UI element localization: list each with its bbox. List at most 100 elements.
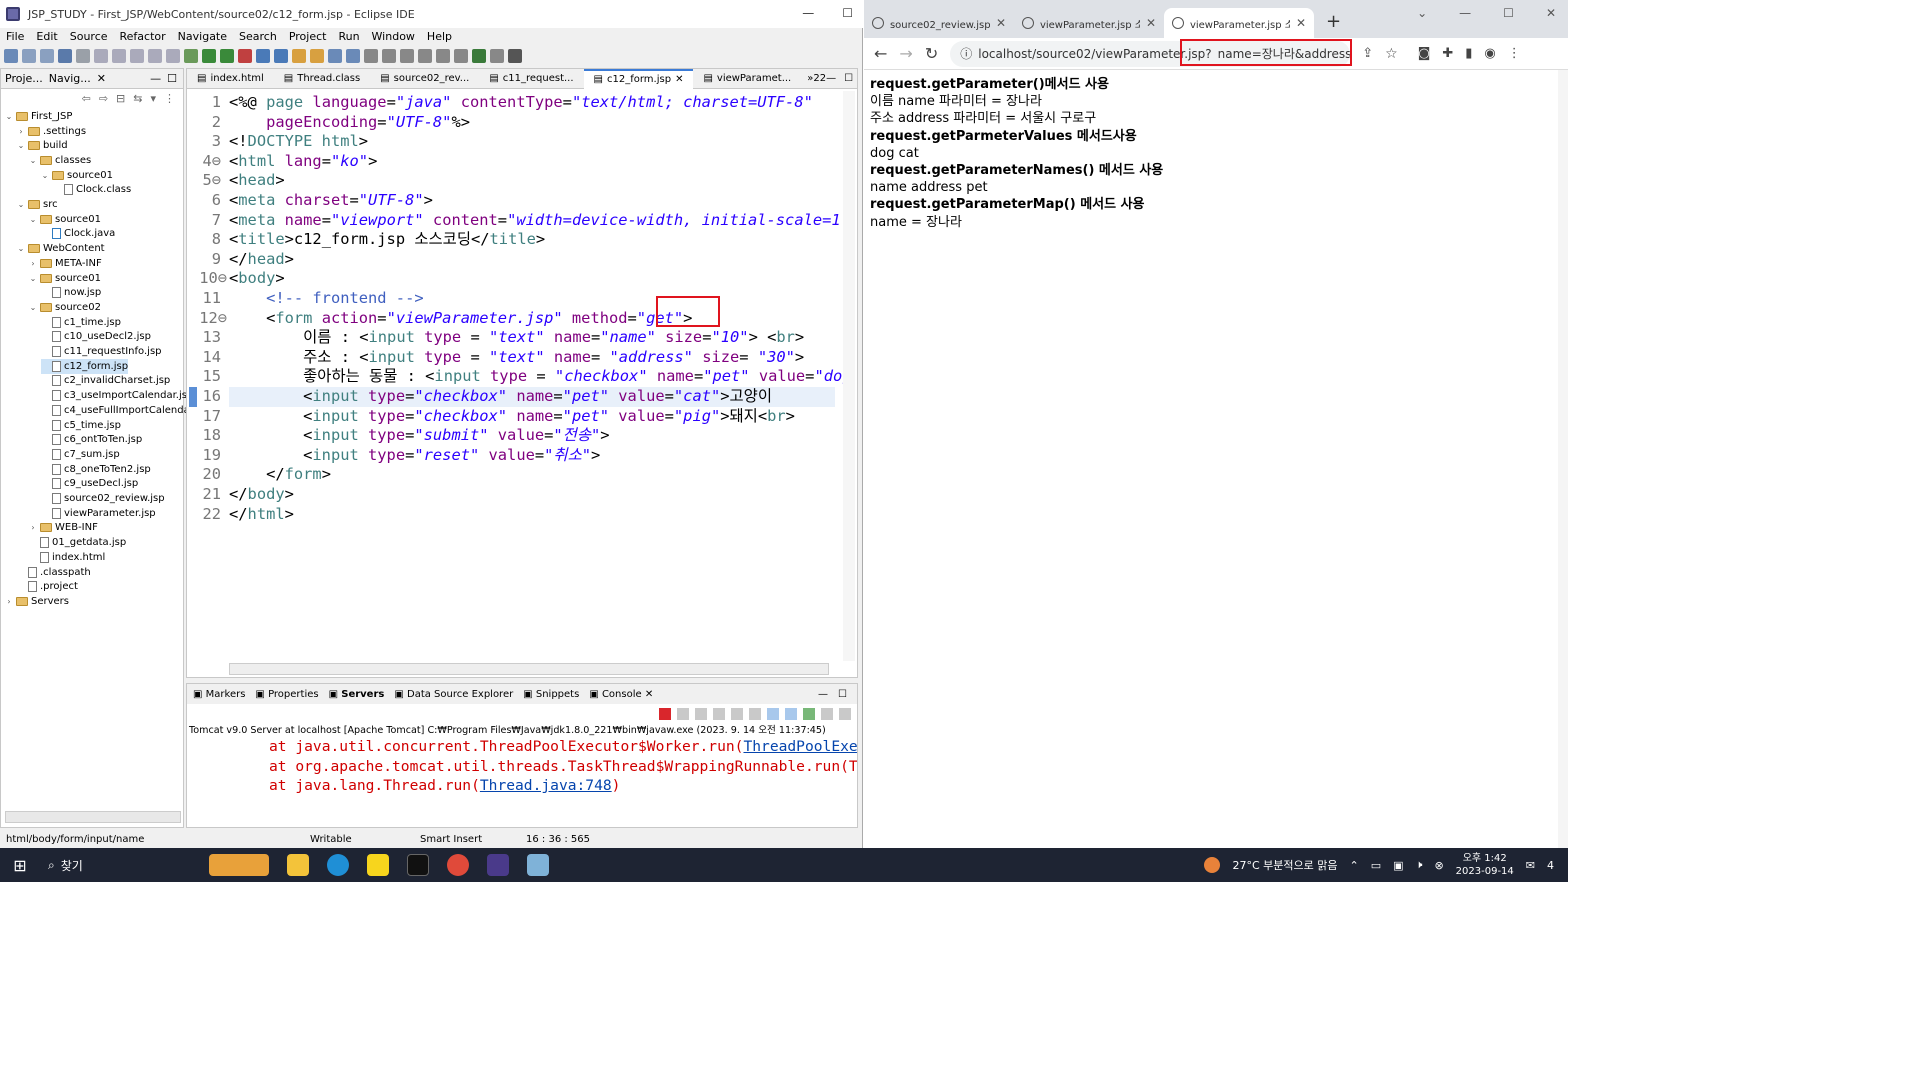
editor-tab[interactable]: ▤ index.html	[187, 69, 274, 89]
code-line[interactable]: <title>c12_form.jsp 소스코딩</title>	[229, 230, 545, 250]
tree-twistie-icon[interactable]: ⌄	[29, 274, 37, 283]
code-line[interactable]: <input type="reset" value="취소">	[229, 446, 600, 466]
tab-navigator[interactable]: Navig...	[49, 72, 91, 85]
minimize-view-icon[interactable]: —	[818, 689, 828, 700]
tree-item[interactable]: index.html	[29, 550, 105, 565]
minimize-view-icon[interactable]: —	[826, 73, 836, 84]
toolbar-button-icon[interactable]	[94, 49, 108, 63]
close-icon[interactable]: ✕	[996, 16, 1006, 30]
tree-item[interactable]: .project	[17, 579, 78, 594]
toolbar-button-icon[interactable]	[58, 49, 72, 63]
tree-item[interactable]: ⌄ WebContent	[17, 241, 105, 256]
tree-twistie-icon[interactable]: ⌄	[41, 171, 49, 180]
code-line[interactable]: <html lang="ko">	[229, 152, 377, 172]
share-icon[interactable]: ⇪	[1362, 46, 1373, 61]
new-tab-icon[interactable]: +	[1326, 11, 1341, 32]
minimize-button[interactable]: —	[1459, 6, 1471, 20]
page-scrollbar[interactable]	[1558, 70, 1568, 848]
code-line[interactable]: 주소 : <input type = "text" name= "address…	[229, 348, 804, 368]
tree-item[interactable]: c6_ontToTen.jsp	[41, 432, 142, 447]
toolbar-button-icon[interactable]	[4, 49, 18, 63]
toolbar-button-icon[interactable]	[436, 49, 450, 63]
menu-search[interactable]: Search	[239, 30, 277, 43]
notification-icon[interactable]: ✉	[1526, 859, 1535, 872]
extensions-icon[interactable]: ✚	[1442, 46, 1453, 61]
code-line[interactable]: </head>	[229, 250, 294, 270]
tree-twistie-icon[interactable]: ⌄	[17, 200, 25, 209]
editor-tab[interactable]: ▤ viewParamet...	[693, 69, 801, 89]
chrome-icon[interactable]	[447, 854, 469, 876]
tree-item[interactable]: source02_review.jsp	[41, 491, 165, 506]
code-line[interactable]: 이름 : <input type = "text" name="name" si…	[229, 328, 804, 348]
toolbar-button-icon[interactable]	[310, 49, 324, 63]
editor-tab[interactable]: ▤ c11_request...	[479, 69, 583, 89]
view-menu-icon[interactable]: ⋮	[164, 92, 175, 105]
browser-tab[interactable]: viewParameter.jsp 소스코딩 ✕	[1164, 8, 1314, 38]
minimize-view-icon[interactable]: —	[150, 72, 161, 85]
network-icon[interactable]: ▭	[1371, 859, 1381, 872]
menu-window[interactable]: Window	[372, 30, 415, 43]
close-icon[interactable]: ✕	[642, 689, 653, 700]
toolbar-button-icon[interactable]	[328, 49, 342, 63]
code-line[interactable]: <input type="submit" value="전송">	[229, 426, 609, 446]
close-button[interactable]: ✕	[1546, 6, 1556, 20]
tree-item[interactable]: c8_oneToTen2.jsp	[41, 462, 151, 477]
toolbar-button-icon[interactable]	[382, 49, 396, 63]
widget-image-icon[interactable]	[209, 854, 269, 876]
menu-icon[interactable]: ⋮	[1508, 46, 1521, 61]
forward-icon[interactable]: ⇨	[99, 92, 108, 105]
tree-twistie-icon[interactable]: ›	[29, 259, 37, 268]
console-tab[interactable]: ▣ Properties	[255, 689, 318, 700]
menu-run[interactable]: Run	[338, 30, 359, 43]
tree-twistie-icon[interactable]: ⌄	[29, 303, 37, 312]
windows-start-icon[interactable]: ⊞	[0, 856, 40, 875]
close-icon[interactable]: ✕	[1146, 16, 1156, 30]
toolbar-button-icon[interactable]	[130, 49, 144, 63]
scroll-lock-icon[interactable]	[731, 708, 743, 720]
toolbar-button-icon[interactable]	[418, 49, 432, 63]
tree-item[interactable]: c2_invalidCharset.jsp	[41, 374, 170, 389]
tree-item[interactable]: › Servers	[5, 594, 69, 609]
menu-source[interactable]: Source	[70, 30, 108, 43]
tree-item[interactable]: c3_useImportCalendar.jsp	[41, 388, 193, 403]
toolbar-button-icon[interactable]	[256, 49, 270, 63]
site-info-icon[interactable]: ⓘ	[960, 45, 972, 62]
horizontal-scrollbar[interactable]	[5, 811, 181, 823]
eclipse-icon[interactable]	[487, 854, 509, 876]
tab-project-explorer[interactable]: Proje...	[5, 72, 43, 85]
code-line[interactable]: <%@ page language="java" contentType="te…	[229, 93, 813, 113]
maximize-button[interactable]: ☐	[1503, 6, 1514, 20]
console-tab[interactable]: ▣ Servers	[329, 689, 385, 700]
editor-tab[interactable]: ▤ Thread.class	[274, 69, 370, 89]
tree-item[interactable]: Clock.java	[41, 227, 115, 242]
browser-tab[interactable]: viewParameter.jsp 소스코딩 ✕	[1014, 8, 1164, 38]
code-line[interactable]: 좋아하는 동물 : <input type = "checkbox" name=…	[229, 367, 843, 387]
toolbar-button-icon[interactable]	[220, 49, 234, 63]
open-console-icon[interactable]	[839, 708, 851, 720]
toolbar-button-icon[interactable]	[454, 49, 468, 63]
tree-item[interactable]: ⌄ source01	[41, 168, 113, 183]
display-icon[interactable]: ▣	[1393, 859, 1403, 872]
tree-item[interactable]: c11_requestInfo.jsp	[41, 344, 162, 359]
tree-item[interactable]: ⌄ src	[17, 197, 58, 212]
tree-item[interactable]: ⌄ source01	[29, 271, 101, 286]
tree-twistie-icon[interactable]: ⌄	[29, 156, 37, 165]
filter-icon[interactable]: ▾	[150, 92, 156, 105]
toolbar-button-icon[interactable]	[364, 49, 378, 63]
tree-item[interactable]: c5_time.jsp	[41, 418, 121, 433]
tab-search-icon[interactable]: ⌄	[1417, 6, 1427, 20]
menu-project[interactable]: Project	[289, 30, 327, 43]
toolbar-button-icon[interactable]	[184, 49, 198, 63]
code-line[interactable]: <input type="checkbox" name="pet" value=…	[229, 407, 795, 427]
code-line[interactable]: </form>	[229, 465, 331, 485]
toolbar-button-icon[interactable]	[490, 49, 504, 63]
tree-item[interactable]: .classpath	[17, 565, 91, 580]
clear-console-icon[interactable]	[713, 708, 725, 720]
tree-twistie-icon[interactable]: ⌄	[17, 141, 25, 150]
tree-item[interactable]: c9_useDecl.jsp	[41, 477, 138, 492]
toolbar-button-icon[interactable]	[274, 49, 288, 63]
console-tab[interactable]: ▣ Console ✕	[589, 689, 653, 700]
toolbar-button-icon[interactable]	[76, 49, 90, 63]
code-line[interactable]: <head>	[229, 171, 285, 191]
tree-item[interactable]: viewParameter.jsp	[41, 506, 156, 521]
